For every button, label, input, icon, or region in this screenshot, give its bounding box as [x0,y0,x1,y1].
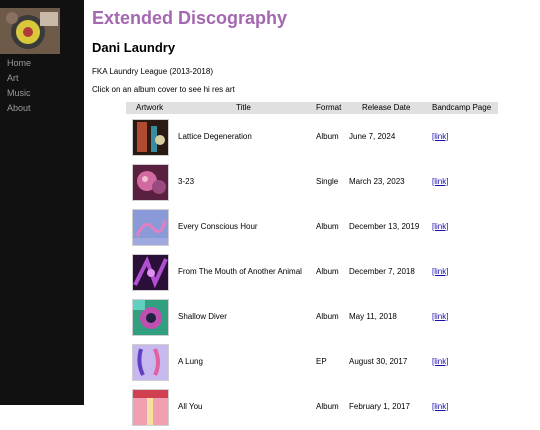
album-format: Single [316,177,339,186]
artist-name: Dani Laundry [92,40,176,55]
bandcamp-link[interactable]: [link] [432,357,448,366]
album-cover[interactable] [132,389,169,426]
album-title: Shallow Diver [178,312,227,321]
page-title: Extended Discography [92,8,288,28]
table-row: From The Mouth of Another Animal Album D… [126,250,498,295]
bandcamp-link[interactable]: [link] [432,177,448,186]
album-title: All You [178,402,203,411]
album-format: Album [316,267,339,276]
former-name: FKA Laundry League (2013-2018) [92,67,213,76]
album-format: Album [316,402,339,411]
table-row: Every Conscious Hour Album December 13, … [126,205,498,250]
album-format: EP [316,357,327,366]
col-release-date: Release Date [362,103,411,112]
table-header: Artwork Title Format Release Date Bandca… [126,102,498,114]
table-row: Lattice Degeneration Album June 7, 2024 … [126,115,498,160]
nav-art[interactable]: Art [7,73,19,83]
album-cover[interactable] [132,254,169,291]
album-title: A Lung [178,357,203,366]
release-date: August 30, 2017 [349,357,408,366]
bandcamp-link[interactable]: [link] [432,267,448,276]
nav-home[interactable]: Home [7,58,31,68]
nav-music[interactable]: Music [7,88,31,98]
album-cover[interactable] [132,119,169,156]
bandcamp-link[interactable]: [link] [432,402,448,411]
col-format: Format [316,103,342,112]
table-row: All You Album February 1, 2017 [link] [126,385,498,430]
table-row: 3-23 Single March 23, 2023 [link] [126,160,498,205]
album-title: 3-23 [178,177,195,186]
album-format: Album [316,132,339,141]
site-logo[interactable] [0,8,60,54]
release-date: December 7, 2018 [349,267,415,276]
album-cover[interactable] [132,299,169,336]
col-title: Title [236,103,251,112]
col-bandcamp: Bandcamp Page [432,103,492,112]
bandcamp-link[interactable]: [link] [432,312,448,321]
sidebar: Home Art Music About [0,0,84,405]
release-date: June 7, 2024 [349,132,396,141]
table-row: Shallow Diver Album May 11, 2018 [link] [126,295,498,340]
album-cover[interactable] [132,164,169,201]
album-title: Lattice Degeneration [178,132,252,141]
release-date: March 23, 2023 [349,177,405,186]
col-artwork: Artwork [136,103,164,112]
release-date: February 1, 2017 [349,402,410,411]
album-format: Album [316,222,339,231]
table-row: A Lung EP August 30, 2017 [link] [126,340,498,385]
album-title: Every Conscious Hour [178,222,258,231]
album-cover[interactable] [132,209,169,246]
album-title: From The Mouth of Another Animal [178,267,302,276]
bandcamp-link[interactable]: [link] [432,222,448,231]
bandcamp-link[interactable]: [link] [432,132,448,141]
release-date: May 11, 2018 [349,312,397,321]
instruction-text: Click on an album cover to see hi res ar… [92,85,235,94]
release-date: December 13, 2019 [349,222,420,231]
album-cover[interactable] [132,344,169,381]
nav-about[interactable]: About [7,103,31,113]
album-format: Album [316,312,339,321]
